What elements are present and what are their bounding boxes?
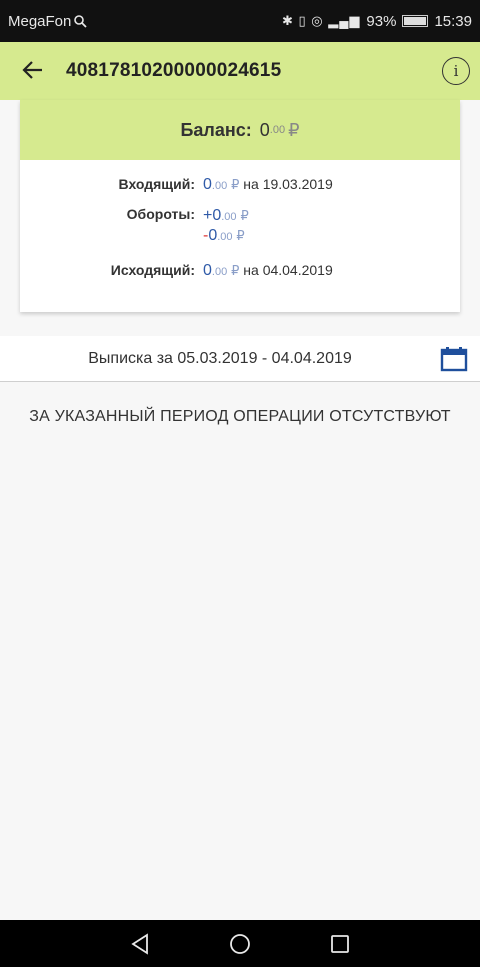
turnover-minus: -0.00 ₽ [203,226,249,246]
outgoing-row: Исходящий: 0.00 ₽ на 04.04.2019 [20,262,460,290]
turnover-plus-main: 0 [212,207,222,224]
system-nav-bar [0,920,480,967]
turnover-plus-sign: + [203,207,213,224]
turnover-minus-currency: ₽ [236,228,245,243]
statement-period-bar: Выписка за 05.03.2019 - 04.04.2019 [0,336,480,382]
turnover-plus-currency: ₽ [240,208,249,223]
incoming-value: 0.00 ₽ на 19.03.2019 [203,176,333,206]
outgoing-date-prefix: на [243,262,259,278]
incoming-row: Входящий: 0.00 ₽ на 19.03.2019 [20,176,460,206]
clock: 15:39 [434,12,472,30]
incoming-currency: ₽ [231,177,240,192]
app-bar: 40817810200000024615 i [0,42,480,100]
incoming-label: Входящий: [118,176,195,192]
outgoing-amount-fraction: .00 [211,266,228,278]
balance-label: Баланс: [180,119,252,140]
bluetooth-vibrate-eye-signal-icons: ✱ ▯ ◎ ▂▄▆ [281,13,361,28]
incoming-amount-fraction: .00 [211,180,228,192]
carrier-name: MegaFon [8,12,72,30]
statement-period-text: Выписка за 05.03.2019 - 04.04.2019 [88,349,352,367]
turnover-values: +0.00 ₽ -0.00 ₽ [203,206,249,262]
status-icons: ✱ ▯ ◎ ▂▄▆ 93% 15:39 [282,13,472,30]
status-bar: MegaFon ✱ ▯ ◎ ▂▄▆ 93% 15:39 [0,0,480,42]
back-arrow-icon[interactable] [22,56,52,87]
carrier: MegaFon [8,12,88,30]
balance-amount-main: 0 [259,119,270,140]
info-icon[interactable]: i [442,57,470,85]
outgoing-value: 0.00 ₽ на 04.04.2019 [203,262,333,290]
outgoing-date: 04.04.2019 [262,262,333,278]
balance-currency: ₽ [288,119,300,140]
search-icon [74,15,88,28]
nav-back-icon[interactable] [130,932,150,955]
turnover-minus-main: 0 [208,227,218,244]
account-number-title: 40817810200000024615 [66,60,282,81]
incoming-date: 19.03.2019 [262,176,333,192]
balance-row: Баланс: 0.00 ₽ [20,100,460,160]
outgoing-currency: ₽ [231,263,240,278]
outgoing-label: Исходящий: [110,262,195,278]
incoming-amount-main: 0 [203,176,212,193]
turnover-plus-fraction: .00 [221,211,237,223]
balance-amount-fraction: .00 [269,124,286,136]
calendar-icon[interactable] [440,346,468,372]
battery-icon [402,15,429,27]
battery-percent: 93% [366,12,397,30]
incoming-date-prefix: на [243,176,259,192]
turnover-minus-fraction: .00 [217,231,233,243]
summary-rows: Входящий: 0.00 ₽ на 19.03.2019 Обороты: … [20,160,460,290]
outgoing-amount-main: 0 [203,262,212,279]
turnover-plus: +0.00 ₽ [203,206,249,226]
nav-home-icon[interactable] [229,933,251,955]
empty-operations-message: ЗА УКАЗАННЫЙ ПЕРИОД ОПЕРАЦИИ ОТСУТСТВУЮТ [29,408,451,425]
nav-recent-icon[interactable] [330,934,350,954]
account-summary-card: Баланс: 0.00 ₽ Входящий: 0.00 ₽ на 19.03… [20,100,460,312]
turnover-row: Обороты: +0.00 ₽ -0.00 ₽ [20,206,460,262]
turnover-label: Обороты: [126,206,195,222]
